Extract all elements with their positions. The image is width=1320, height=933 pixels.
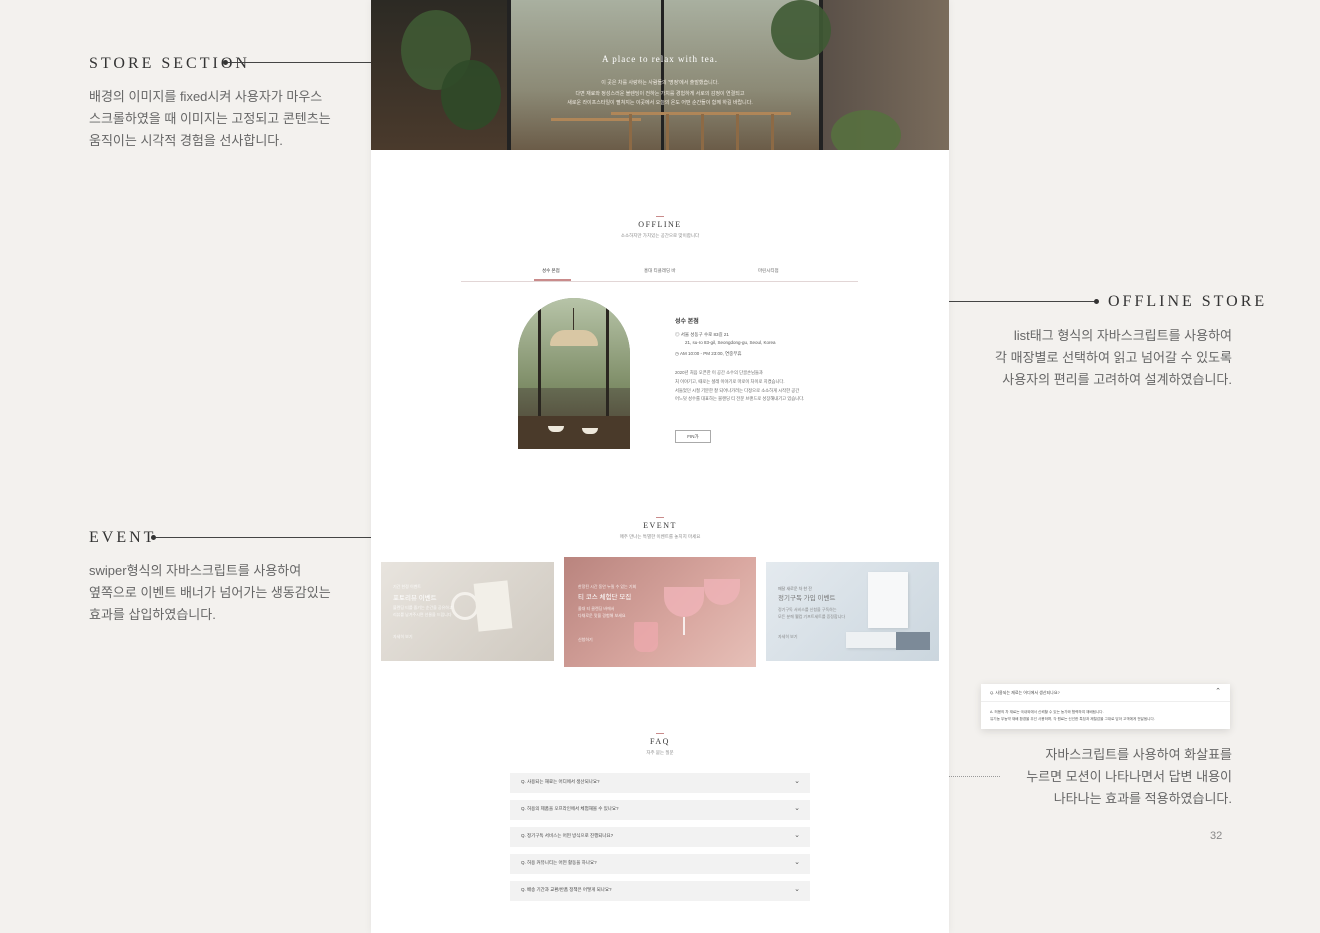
divider (981, 701, 1230, 702)
store-hero-image: A place to relax with tea. 이 곳은 차를 사랑하는 … (371, 0, 949, 150)
chevron-up-icon[interactable]: ⌃ (1215, 687, 1221, 695)
offline-title: OFFLINE (638, 220, 682, 229)
hero-text-line: 다면 재료와 정성스러운 블렌딩이 전하는 가치를 경험하게 서로의 감정이 연… (575, 91, 745, 97)
faq-item[interactable]: Q. 허용의 제품을 오프라인에서 체험해볼 수 있나요? ⌄ (510, 800, 810, 820)
hero-text-line: 새로운 라이프스타일이 펼쳐지는 이곳에서 오늘의 온도 어떤 순간들이 함께 … (567, 100, 753, 106)
faq-section-title: FAQ (650, 737, 670, 746)
store-arch-image (518, 298, 630, 449)
connector-line (156, 537, 380, 538)
store-hours: ◷ AM 10:00 - PM 23:00, 연중무휴 (675, 351, 742, 356)
faq-item[interactable]: Q. 허용 커뮤니티는 어떤 활동을 하나요? ⌄ (510, 854, 810, 874)
popup-question: Q. 사용되는 재료는 어디에서 생산되나요? (990, 690, 1060, 695)
tab-hongdae[interactable]: 홍대 티클래딩 바 (644, 268, 675, 274)
faq-item[interactable]: Q. 배송 기간과 교환/반품 정책은 어떻게 되나요? ⌄ (510, 881, 810, 901)
event-card-photo-review[interactable]: 기간 한정 이벤트 포토리뷰 이벤트 블렌딩 티를 즐기는 순간을 공유하고 리… (381, 562, 554, 661)
offline-store-desc: list태그 형식의 자바스크립트를 사용하여 각 매장별로 선택하여 읽고 넘… (995, 328, 1232, 387)
tab-seongsu[interactable]: 성수 본점 (542, 268, 560, 274)
store-tabs: 성수 본점 홍대 티클래딩 바 마린시티점 (461, 264, 858, 282)
store-address-en: 21, su-ro 83-gil, Seongdong-gu, Seoul, K… (685, 340, 776, 345)
section-accent (656, 517, 664, 518)
event-card-subscription[interactable]: 매달 새로운 차 한 잔 정기구독 가입 이벤트 정기구독 서비스를 신청을 구… (766, 562, 939, 661)
tab-marine-city[interactable]: 마린시티점 (758, 268, 779, 274)
faq-expanded-popup: Q. 사용되는 재료는 어디에서 생산되나요? ⌃ A. 허용의 차 재료는 국… (981, 684, 1230, 729)
event-section-subtitle: 매주 만나는 특별한 이벤트를 놓치지 마세요 (619, 534, 701, 539)
store-name: 성수 본점 (675, 319, 699, 325)
chevron-down-icon: ⌄ (794, 886, 800, 893)
offline-store-title: OFFLINE STORE (1108, 293, 1268, 310)
faq-desc: 자바스크립트를 사용하여 화살표를 누르면 모션이 나타나면서 답변 내용이 나… (1026, 747, 1232, 806)
store-section-desc: 배경의 이미지를 fixed시켜 사용자가 마우스 스크롤하였을 때 이미지는 … (89, 89, 331, 148)
hero-text-line: 이 곳은 차를 사랑하는 사람들의 '명정'에서 출발했습니다. (601, 80, 719, 86)
connector-line (937, 301, 1095, 302)
event-card-tea-course[interactable]: 한정된 시간 동안 누릴 수 있는 기회 티 코스 체험단 모집 올대 티 클렌… (564, 557, 756, 667)
chevron-down-icon: ⌄ (794, 778, 800, 785)
event-section-title: EVENT (643, 521, 677, 530)
store-address: ◎ 서울 성동구 수로 83길 21 (675, 332, 729, 337)
section-accent (656, 216, 664, 217)
connector-dot (1094, 299, 1099, 304)
popup-answer: A. 허용의 차 재료는 국내외에서 신뢰할 수 있는 농가와 협력하여 재배됩… (990, 710, 1155, 721)
hero-title: A place to relax with tea. (602, 54, 718, 64)
store-description: 2020년 처음 오픈한 이 공간 소수의 단골손님들과 처 이야기고, 때로는… (675, 370, 805, 402)
chevron-down-icon: ⌄ (794, 832, 800, 839)
section-accent (656, 733, 664, 734)
connector-line (228, 62, 380, 63)
clock-icon: ◷ (675, 351, 679, 356)
event-title: EVENT (89, 529, 157, 546)
event-desc: swiper형식의 자바스크립트를 사용하여 옆쪽으로 이벤트 배너가 넘어가는… (89, 563, 331, 622)
chevron-down-icon: ⌄ (794, 805, 800, 812)
find-store-button[interactable]: FIN가 (675, 430, 711, 443)
website-mockup: A place to relax with tea. 이 곳은 차를 사랑하는 … (371, 0, 949, 933)
active-tab-indicator (534, 279, 571, 281)
faq-section-subtitle: 자주 묻는 질문 (646, 750, 674, 755)
offline-subtitle: 소소하지만 가치있는 공간으로 맞이합니다 (620, 233, 700, 238)
faq-item[interactable]: Q. 정기구독 서비스는 어떤 방식으로 진행되나요? ⌄ (510, 827, 810, 847)
location-icon: ◎ (675, 332, 680, 337)
page-number: 32 (1210, 830, 1223, 842)
faq-item[interactable]: Q. 사용되는 재료는 어디에서 생산되나요? ⌄ (510, 773, 810, 793)
chevron-down-icon: ⌄ (794, 859, 800, 866)
